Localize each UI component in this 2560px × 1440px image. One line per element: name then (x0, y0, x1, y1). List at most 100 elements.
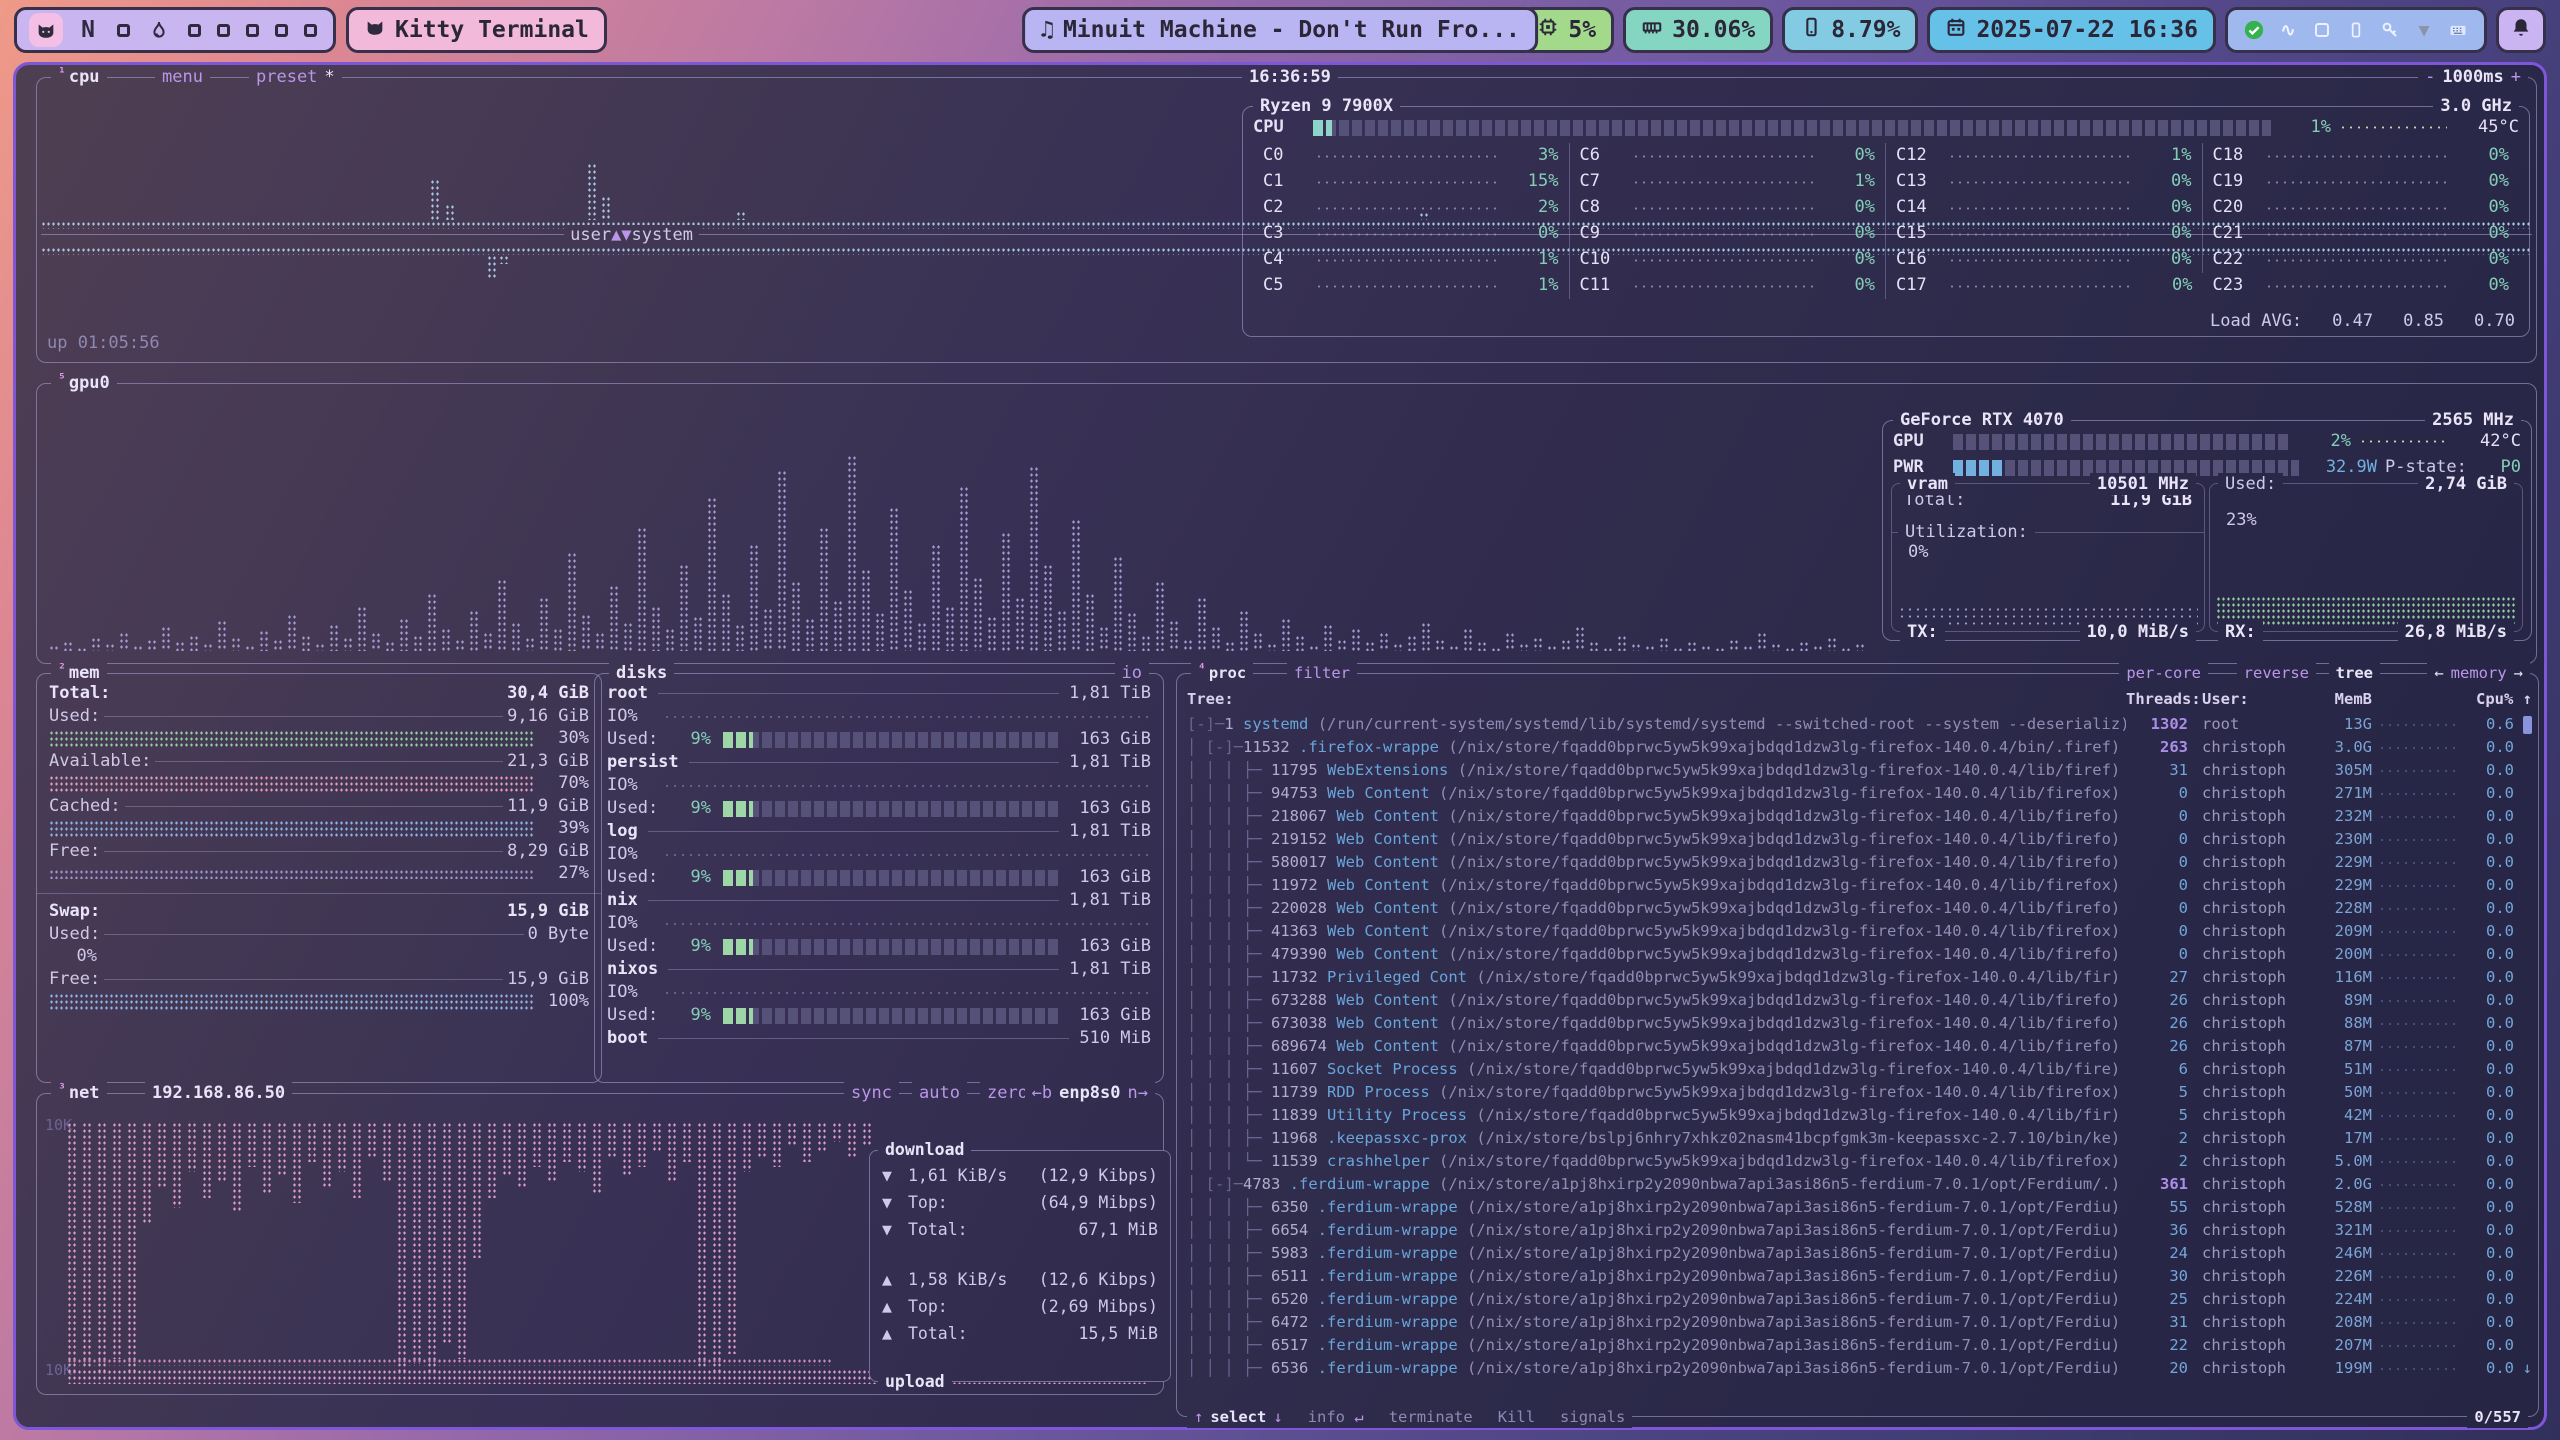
cpu-panel-title[interactable]: ¹ cpu (51, 66, 107, 88)
process-row[interactable]: │ │ │ ├─ 11732 Privileged Cont (/nix/sto… (1177, 966, 2538, 989)
per-core-button[interactable]: per-core (2119, 662, 2208, 684)
workspace-icon[interactable] (275, 24, 288, 37)
threads-column-header[interactable]: Threads: (2126, 690, 2188, 709)
process-row[interactable]: │ │ │ ├─ 6511 .ferdium-wrappe (/nix/stor… (1177, 1265, 2538, 1288)
process-row[interactable]: │ [-]─4783 .ferdium-wrappe (/nix/store/a… (1177, 1173, 2538, 1196)
process-scrollbar[interactable]: ↓ (2514, 1359, 2532, 1378)
sort-selector[interactable]: ← memory → (2427, 662, 2530, 684)
keyboard-icon[interactable] (2447, 19, 2469, 41)
interval-increase-button[interactable]: + (2511, 66, 2521, 88)
process-cpu: 0.0 (2464, 1175, 2514, 1194)
signals-button[interactable]: signals (1560, 1406, 1625, 1428)
process-row[interactable]: │ │ │ ├─ 6536 .ferdium-wrappe (/nix/stor… (1177, 1357, 2538, 1380)
music-pill[interactable]: ♫ Minuit Machine - Don't Run Fro... (1022, 7, 1538, 53)
process-row[interactable]: │ │ │ ├─ 11607 Socket Process (/nix/stor… (1177, 1058, 2538, 1081)
process-row[interactable]: │ │ │ └─ 11539 crashhelper (/nix/store/f… (1177, 1150, 2538, 1173)
process-scrollbar[interactable] (2514, 716, 2532, 734)
process-row[interactable]: │ │ │ ├─ 673038 Web Content (/nix/store/… (1177, 1012, 2538, 1035)
menu-button[interactable]: menu (155, 66, 210, 88)
process-row[interactable]: │ │ │ ├─ 689674 Web Content (/nix/store/… (1177, 1035, 2538, 1058)
workspace-icon[interactable] (117, 24, 130, 37)
tree-button[interactable]: tree (2329, 662, 2380, 684)
process-name: .ferdium-wrappe (1318, 1198, 1458, 1216)
phone-icon[interactable] (2345, 19, 2367, 41)
process-row[interactable]: │ │ │ ├─ 11972 Web Content (/nix/store/f… (1177, 874, 2538, 897)
cpu-column-header[interactable]: Cpu% ↑ (2372, 690, 2532, 709)
disks-panel-title[interactable]: disks (609, 662, 674, 684)
network-panel-title[interactable]: ³ net (51, 1082, 107, 1104)
clock-pill[interactable]: 2025-07-22 16:36 (1927, 7, 2216, 53)
process-name: RDD Process (1327, 1083, 1430, 1101)
process-row[interactable]: │ │ │ ├─ 11968 .keepassxc-prox (/nix/sto… (1177, 1127, 2538, 1150)
process-row[interactable]: │ │ │ ├─ 11839 Utility Process (/nix/sto… (1177, 1104, 2538, 1127)
next-interface-button[interactable]: n→ (1128, 1082, 1148, 1104)
process-command: (/nix/store/fqadd0bprwc5yw5k99xajbdqd1dz… (1448, 991, 2120, 1009)
key-icon[interactable] (2379, 19, 2401, 41)
sort-prev-icon[interactable]: ← (2434, 662, 2443, 684)
memory-column-header[interactable]: MemB (2300, 690, 2372, 709)
workspace-icon[interactable] (217, 24, 230, 37)
process-row[interactable]: │ │ │ ├─ 11739 RDD Process (/nix/store/f… (1177, 1081, 2538, 1104)
gpu-panel-title[interactable]: ⁵ gpu0 (51, 372, 117, 394)
workspace-nix-icon[interactable]: N (75, 17, 101, 43)
process-row[interactable]: │ │ │ ├─ 94753 Web Content (/nix/store/f… (1177, 782, 2538, 805)
process-row[interactable]: │ │ │ ├─ 6350 .ferdium-wrappe (/nix/stor… (1177, 1196, 2538, 1219)
process-row[interactable]: │ │ │ ├─ 220028 Web Content (/nix/store/… (1177, 897, 2538, 920)
sort-next-icon[interactable]: → (2514, 662, 2523, 684)
kill-button[interactable]: Kill (1498, 1406, 1535, 1428)
terminate-button[interactable]: terminate (1389, 1406, 1473, 1428)
gpu-graph-bar (791, 581, 800, 651)
interface-switcher[interactable]: ←b enp8s0 n→ (1025, 1082, 1155, 1104)
process-row[interactable]: │ │ │ ├─ 219152 Web Content (/nix/store/… (1177, 828, 2538, 851)
workspace-icon[interactable] (188, 24, 201, 37)
auto-button[interactable]: auto (912, 1082, 967, 1104)
process-row[interactable]: │ │ │ ├─ 673288 Web Content (/nix/store/… (1177, 989, 2538, 1012)
check-icon[interactable] (2243, 19, 2265, 41)
tree-branch: │ │ │ ├─ (1187, 1198, 1271, 1216)
process-command: (/nix/store/fqadd0bprwc5yw5k99xajbdqd1dz… (1439, 922, 2120, 940)
process-row[interactable]: │ │ │ ├─ 479390 Web Content (/nix/store/… (1177, 943, 2538, 966)
workspace-flame-icon[interactable] (146, 17, 172, 43)
prev-interface-button[interactable]: ←b (1032, 1082, 1052, 1104)
process-row[interactable]: │ │ │ ├─ 6520 .ferdium-wrappe (/nix/stor… (1177, 1288, 2538, 1311)
select-down-icon[interactable]: ↓ (1273, 1406, 1282, 1428)
gpu-graph-bar (931, 544, 940, 651)
process-row[interactable]: │ │ │ ├─ 5983 .ferdium-wrappe (/nix/stor… (1177, 1242, 2538, 1265)
disks-io-toggle[interactable]: io (1115, 662, 1149, 684)
user-column-header[interactable]: User: (2188, 690, 2300, 709)
triangle-down-icon[interactable]: ▼ (2413, 19, 2435, 41)
process-row[interactable]: │ │ │ ├─ 218067 Web Content (/nix/store/… (1177, 805, 2538, 828)
select-button[interactable]: select (1210, 1406, 1266, 1428)
select-up-icon[interactable]: ↑ (1194, 1406, 1203, 1428)
process-row[interactable]: │ │ │ ├─ 41363 Web Content (/nix/store/f… (1177, 920, 2538, 943)
reverse-button[interactable]: reverse (2237, 662, 2316, 684)
sync-button[interactable]: sync (844, 1082, 899, 1104)
gpu-graph-bar (1435, 639, 1444, 651)
memory-panel-title[interactable]: ² mem (51, 662, 107, 684)
process-row[interactable]: [-]─1 systemd (/run/current-system/syste… (1177, 713, 2538, 736)
workspace-icon[interactable] (304, 24, 317, 37)
wave-icon[interactable]: ∿ (2277, 19, 2299, 41)
notification-pill[interactable] (2496, 7, 2546, 53)
process-row[interactable]: │ │ │ ├─ 580017 Web Content (/nix/store/… (1177, 851, 2538, 874)
ram-usage-pill[interactable]: 30.06% (1623, 7, 1773, 53)
tree-column-header[interactable]: Tree: (1187, 690, 2126, 709)
process-row[interactable]: │ [-]─11532 .firefox-wrappe (/nix/store/… (1177, 736, 2538, 759)
process-cpu-graph (2378, 998, 2458, 1004)
process-panel-title[interactable]: ⁴ proc (1191, 662, 1253, 684)
process-row[interactable]: │ │ │ ├─ 6472 .ferdium-wrappe (/nix/stor… (1177, 1311, 2538, 1334)
interval-decrease-button[interactable]: - (2425, 66, 2435, 88)
process-row[interactable]: │ │ │ ├─ 11795 WebExtensions (/nix/store… (1177, 759, 2538, 782)
filter-button[interactable]: filter (1287, 662, 1357, 684)
preset-button[interactable]: preset* (249, 66, 342, 88)
core-percent: 2% (1509, 197, 1559, 218)
window-title-pill[interactable]: Kitty Terminal (346, 7, 607, 53)
process-name: .ferdium-wrappe (1318, 1267, 1458, 1285)
process-row[interactable]: │ │ │ ├─ 6517 .ferdium-wrappe (/nix/stor… (1177, 1334, 2538, 1357)
workspace-icon[interactable] (246, 24, 259, 37)
device-usage-pill[interactable]: 8.79% (1782, 7, 1918, 53)
process-row[interactable]: │ │ │ ├─ 6654 .ferdium-wrappe (/nix/stor… (1177, 1219, 2538, 1242)
info-button[interactable]: info ↵ (1308, 1406, 1364, 1428)
clipboard-icon[interactable] (2311, 19, 2333, 41)
workspace-cat-icon[interactable] (33, 17, 59, 43)
